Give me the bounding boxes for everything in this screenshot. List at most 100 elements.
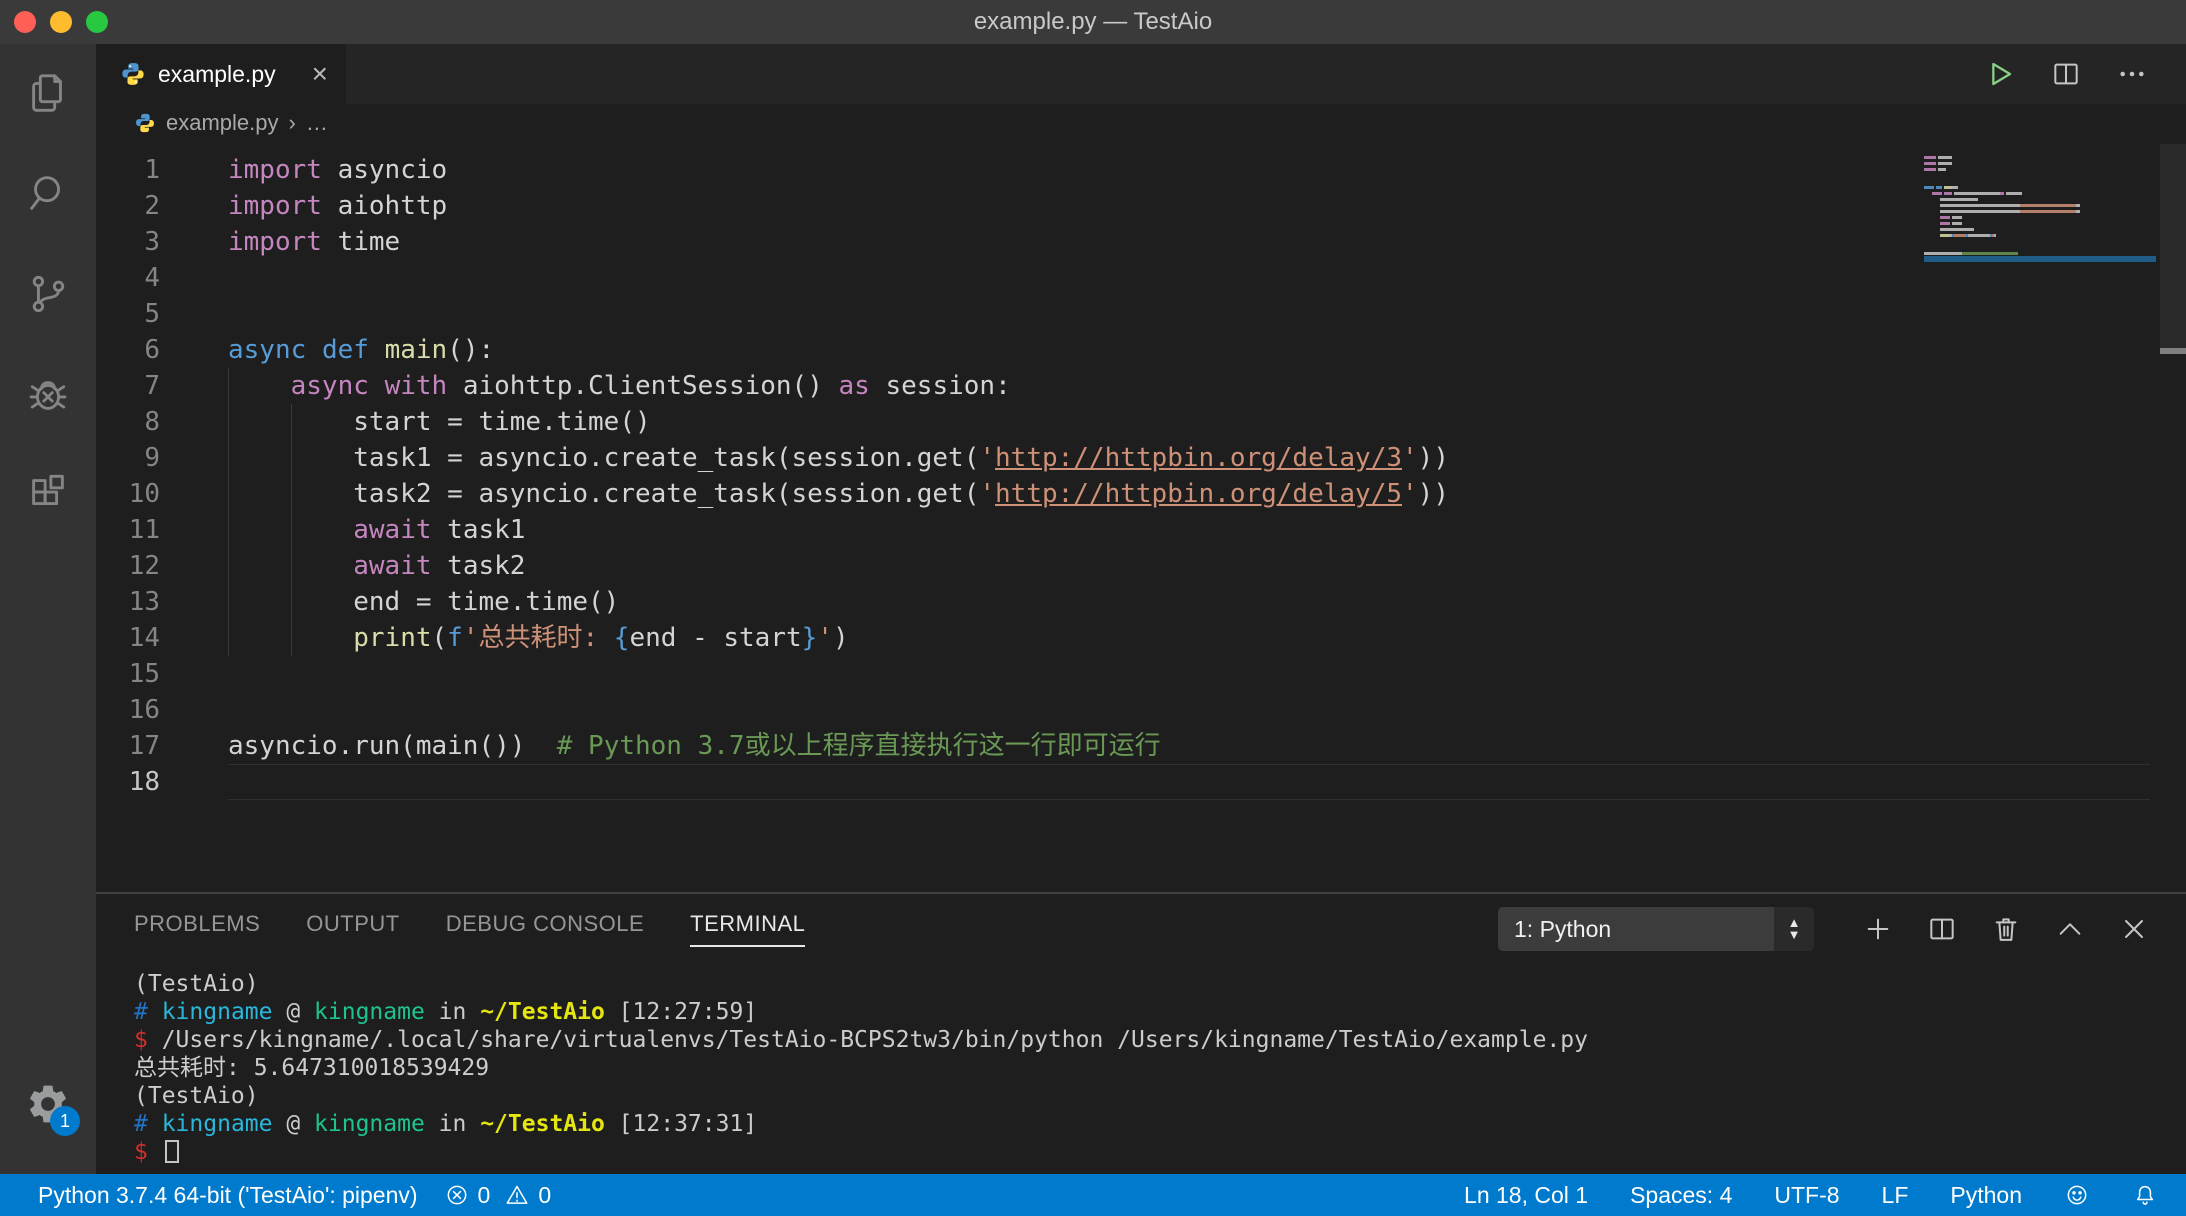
split-terminal-icon[interactable] [1926,913,1958,945]
code-line: 2import aiohttp [96,188,2186,224]
indent-guide [291,512,292,548]
terminal-cursor [165,1140,179,1163]
code-editor[interactable]: 1import asyncio2import aiohttp3import ti… [96,142,2186,892]
warning-icon [504,1182,530,1208]
code-line: 16 [96,692,2186,728]
line-number: 13 [96,584,160,620]
indent-guide [228,476,229,512]
line-number: 14 [96,620,160,656]
code-line: 4 [96,260,2186,296]
panel-controls: 1: Python ▲▼ [1498,907,2150,951]
breadcrumb-more[interactable]: … [306,110,328,136]
split-editor-icon[interactable] [2050,58,2082,90]
titlebar: example.py — TestAio [0,0,2186,44]
line-number: 1 [96,152,160,188]
code-line: 18 [96,764,2186,800]
code-line: 9 task1 = asyncio.create_task(session.ge… [96,440,2186,476]
line-number: 15 [96,656,160,692]
terminal-picker-value: 1: Python [1514,916,1611,943]
warning-count: 0 [538,1182,551,1209]
line-number: 5 [96,296,160,332]
indent-guide [228,404,229,440]
indent-guide [291,476,292,512]
code-line: 1import asyncio [96,152,2186,188]
select-spinner-icon: ▲▼ [1774,907,1814,951]
line-number: 3 [96,224,160,260]
settings-badge: 1 [50,1106,80,1136]
tab-close-icon[interactable]: × [312,60,328,88]
window-title: example.py — TestAio [0,0,2186,44]
line-number: 18 [96,764,160,800]
code-line: 7 async with aiohttp.ClientSession() as … [96,368,2186,404]
tab-debug-console[interactable]: DEBUG CONSOLE [446,911,644,947]
bottom-panel: PROBLEMS OUTPUT DEBUG CONSOLE TERMINAL 1… [96,892,2186,1174]
eol-item[interactable]: LF [1882,1182,1909,1209]
error-icon [444,1182,470,1208]
minimap[interactable] [1924,154,2156,262]
feedback-smiley-icon[interactable] [2064,1182,2090,1208]
line-number: 9 [96,440,160,476]
line-number: 8 [96,404,160,440]
notifications-bell-icon[interactable] [2132,1182,2158,1208]
breadcrumb-file[interactable]: example.py [166,110,279,136]
terminal-output[interactable]: (TestAio)# kingname @ kingname in ~/Test… [96,964,2186,1174]
terminal-line: (TestAio) [134,1082,2186,1110]
tab-terminal[interactable]: TERMINAL [690,911,805,947]
indent-guide [228,440,229,476]
tab-example-py[interactable]: example.py × [96,44,346,104]
panel-header: PROBLEMS OUTPUT DEBUG CONSOLE TERMINAL 1… [96,894,2186,964]
indent-guide [228,512,229,548]
indent-guide [291,440,292,476]
breadcrumb[interactable]: example.py › … [96,104,2186,142]
source-control-icon[interactable] [0,244,96,344]
editor-actions [1984,44,2186,104]
code-line: 17asyncio.run(main()) # Python 3.7或以上程序直… [96,728,2186,764]
code-line: 14 print(f'总共耗时: {end - start}') [96,620,2186,656]
vscode-window: example.py — TestAio 1 [0,0,2186,1216]
maximize-panel-icon[interactable] [2054,913,2086,945]
line-number: 2 [96,188,160,224]
debug-icon[interactable] [0,344,96,444]
breadcrumb-separator: › [289,110,296,136]
error-count: 0 [478,1182,491,1209]
python-file-icon [120,61,146,87]
indent-guide [291,584,292,620]
editor-scrollbar[interactable] [2160,144,2186,354]
language-mode-item[interactable]: Python [1950,1182,2022,1209]
indentation-item[interactable]: Spaces: 4 [1630,1182,1732,1209]
status-bar: Python 3.7.4 64-bit ('TestAio': pipenv) … [0,1174,2186,1216]
terminal-line: (TestAio) [134,970,2186,998]
code-line: 5 [96,296,2186,332]
indent-guide [291,548,292,584]
code-line: 13 end = time.time() [96,584,2186,620]
code-line: 12 await task2 [96,548,2186,584]
extensions-icon[interactable] [0,444,96,544]
explorer-icon[interactable] [0,44,96,144]
line-number: 6 [96,332,160,368]
tab-output[interactable]: OUTPUT [306,911,399,947]
problems-item[interactable]: 0 0 [444,1182,552,1209]
code-line: 8 start = time.time() [96,404,2186,440]
terminal-line: $ /Users/kingname/.local/share/virtualen… [134,1026,2186,1054]
code-line: 3import time [96,224,2186,260]
settings-gear-icon[interactable]: 1 [0,1054,96,1154]
encoding-item[interactable]: UTF-8 [1774,1182,1839,1209]
close-panel-icon[interactable] [2118,913,2150,945]
terminal-picker[interactable]: 1: Python ▲▼ [1498,907,1814,951]
tab-label: example.py [158,61,276,88]
run-button[interactable] [1984,58,2016,90]
line-number: 16 [96,692,160,728]
more-actions-icon[interactable] [2116,58,2148,90]
python-interpreter-item[interactable]: Python 3.7.4 64-bit ('TestAio': pipenv) [38,1182,418,1209]
line-number: 17 [96,728,160,764]
tab-bar: example.py × [96,44,2186,104]
code-line: 15 [96,656,2186,692]
new-terminal-icon[interactable] [1862,913,1894,945]
code-line: 11 await task1 [96,512,2186,548]
panel-tabs: PROBLEMS OUTPUT DEBUG CONSOLE TERMINAL [134,911,805,947]
kill-terminal-icon[interactable] [1990,913,2022,945]
line-number: 11 [96,512,160,548]
search-icon[interactable] [0,144,96,244]
tab-problems[interactable]: PROBLEMS [134,911,260,947]
cursor-position-item[interactable]: Ln 18, Col 1 [1464,1182,1588,1209]
